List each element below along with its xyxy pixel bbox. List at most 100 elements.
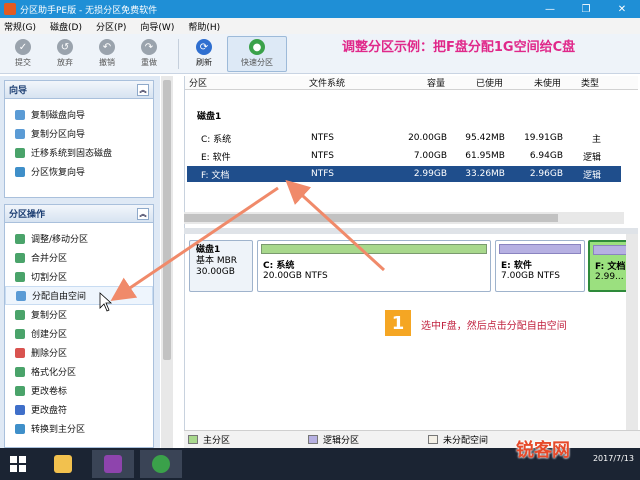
merge-icon [15, 252, 25, 263]
step-instruction: 选中F盘，然后点击分配自由空间 [421, 321, 567, 332]
partition-assistant-icon [152, 455, 170, 473]
toolbar-divider [178, 38, 179, 69]
ops-panel-header: 分区操作 ︽ [5, 205, 153, 223]
windows-start-icon[interactable] [10, 456, 26, 472]
watermark-logo: 锐客网 [516, 440, 570, 461]
ops-panel-title: 分区操作 [9, 210, 46, 220]
app-icon [4, 3, 16, 15]
wizard-panel-header: 向导 ︽ [5, 81, 153, 99]
unallocated-swatch [428, 435, 438, 444]
migrate-icon [15, 147, 25, 158]
tutorial-banner: 调整分区示例：把F盘分配1G空间给C盘 [342, 40, 576, 55]
disk-map-scrollbar[interactable] [626, 234, 638, 430]
op-merge[interactable]: 合并分区 [5, 248, 153, 267]
allocate-icon [16, 290, 26, 301]
recovery-icon [15, 166, 25, 177]
col-capacity[interactable]: 容量 [391, 76, 449, 89]
create-icon [15, 328, 25, 339]
discard-button[interactable]: ↺ 放弃 [46, 36, 84, 72]
op-split[interactable]: 切割分区 [5, 267, 153, 286]
op-create[interactable]: 创建分区 [5, 324, 153, 343]
menu-partition[interactable]: 分区(P) [96, 20, 126, 33]
left-sidebar: 向导 ︽ 复制磁盘向导 复制分区向导 迁移系统到固态磁盘 分区恢复向导 分区操作… [0, 76, 160, 448]
discard-icon: ↺ [57, 39, 73, 55]
op-allocate-free-space[interactable]: 分配自由空间 [5, 286, 153, 305]
collapse-icon[interactable]: ︽ [137, 83, 149, 96]
title-bar: 分区助手PE版 - 无损分区免费软件 — ❐ ✕ [0, 0, 640, 18]
logical-swatch [308, 435, 318, 444]
window-title: 分区助手PE版 - 无损分区免费软件 [20, 5, 158, 16]
disk-group-label: 磁盘1 [197, 112, 222, 122]
split-icon [15, 271, 25, 282]
commit-button[interactable]: ✓ 提交 [4, 36, 42, 72]
window-controls: — ❐ ✕ [532, 0, 640, 18]
menu-help[interactable]: 帮助(H) [188, 20, 220, 33]
partition-table: 分区 文件系统 容量 已使用 未使用 类型 磁盘1 C: 系统 NTFS 20.… [184, 76, 638, 228]
table-header: 分区 文件系统 容量 已使用 未使用 类型 [185, 76, 638, 90]
op-delete[interactable]: 删除分区 [5, 343, 153, 362]
wizard-item-recovery[interactable]: 分区恢复向导 [5, 162, 153, 181]
usage-bar [261, 244, 487, 254]
disk-name: 磁盘1 [196, 245, 221, 255]
table-row-selected[interactable]: F: 文档 NTFS 2.99GB 33.26MB 2.96GB 逻辑 [187, 166, 621, 182]
disk-size: 30.00GB [196, 267, 235, 277]
op-convert-primary[interactable]: 转换到主分区 [5, 419, 153, 438]
maximize-button[interactable]: ❐ [568, 0, 604, 18]
system-tray: 2017/7/13 [593, 454, 634, 464]
taskbar-partition-assistant[interactable] [140, 450, 182, 478]
undo-icon: ↶ [99, 39, 115, 55]
copy-icon [15, 309, 25, 320]
refresh-icon: ⟳ [196, 39, 212, 55]
menu-disk[interactable]: 磁盘(D) [50, 20, 82, 33]
op-change-letter[interactable]: 更改盘符 [5, 400, 153, 419]
partition-e-block[interactable]: E: 软件 7.00GB NTFS [495, 240, 585, 292]
wizard-item-copy-partition[interactable]: 复制分区向导 [5, 124, 153, 143]
wizard-item-migrate-ssd[interactable]: 迁移系统到固态磁盘 [5, 143, 153, 162]
app-icon [104, 455, 122, 473]
taskbar-explorer[interactable] [42, 450, 84, 478]
menu-general[interactable]: 常规(G) [4, 20, 36, 33]
disk-type: 基本 MBR [196, 256, 238, 266]
op-format[interactable]: 格式化分区 [5, 362, 153, 381]
col-filesystem[interactable]: 文件系统 [305, 76, 391, 89]
quick-partition-button[interactable]: ● 快速分区 [227, 35, 287, 72]
col-partition[interactable]: 分区 [185, 76, 305, 89]
taskbar-app[interactable] [92, 450, 134, 478]
redo-button[interactable]: ↷ 重做 [130, 36, 168, 72]
table-row[interactable]: C: 系统 NTFS 20.00GB 95.42MB 19.91GB 主 [187, 130, 621, 146]
minimize-button[interactable]: — [532, 0, 568, 18]
refresh-button[interactable]: ⟳ 刷新 [185, 36, 223, 72]
scroll-thumb[interactable] [163, 80, 171, 360]
op-change-label[interactable]: 更改卷标 [5, 381, 153, 400]
table-row[interactable]: E: 软件 NTFS 7.00GB 61.95MB 6.94GB 逻辑 [187, 148, 621, 164]
op-resize-move[interactable]: 调整/移动分区 [5, 229, 153, 248]
wizard-panel-title: 向导 [9, 86, 28, 96]
resize-icon [15, 233, 25, 244]
sidebar-scrollbar[interactable] [161, 76, 173, 448]
legend-bar: 主分区 逻辑分区 未分配空间 [184, 430, 640, 448]
wizard-item-copy-disk[interactable]: 复制磁盘向导 [5, 105, 153, 124]
copy-disk-icon [15, 109, 25, 120]
primary-swatch [188, 435, 198, 444]
op-copy[interactable]: 复制分区 [5, 305, 153, 324]
undo-button[interactable]: ↶ 撤销 [88, 36, 126, 72]
redo-icon: ↷ [141, 39, 157, 55]
usage-bar [499, 244, 581, 254]
copy-partition-icon [15, 128, 25, 139]
collapse-icon[interactable]: ︽ [137, 207, 149, 220]
partition-c-block[interactable]: C: 系统 20.00GB NTFS [257, 240, 491, 292]
scroll-thumb[interactable] [184, 214, 558, 222]
label-icon [15, 385, 25, 396]
ops-panel: 分区操作 ︽ 调整/移动分区 合并分区 切割分区 分配自由空间 复制分区 创建分… [4, 204, 154, 448]
legend-primary: 主分区 [184, 433, 304, 446]
close-button[interactable]: ✕ [604, 0, 640, 18]
col-free[interactable]: 未使用 [507, 76, 565, 89]
col-type[interactable]: 类型 [565, 76, 603, 89]
convert-icon [15, 423, 25, 434]
menu-wizard[interactable]: 向导(W) [140, 20, 174, 33]
disk-info-box[interactable]: 磁盘1 基本 MBR 30.00GB [189, 240, 253, 292]
format-icon [15, 366, 25, 377]
col-used[interactable]: 已使用 [449, 76, 507, 89]
clock-date: 2017/7/13 [592, 454, 634, 463]
table-horizontal-scrollbar[interactable] [184, 212, 624, 224]
